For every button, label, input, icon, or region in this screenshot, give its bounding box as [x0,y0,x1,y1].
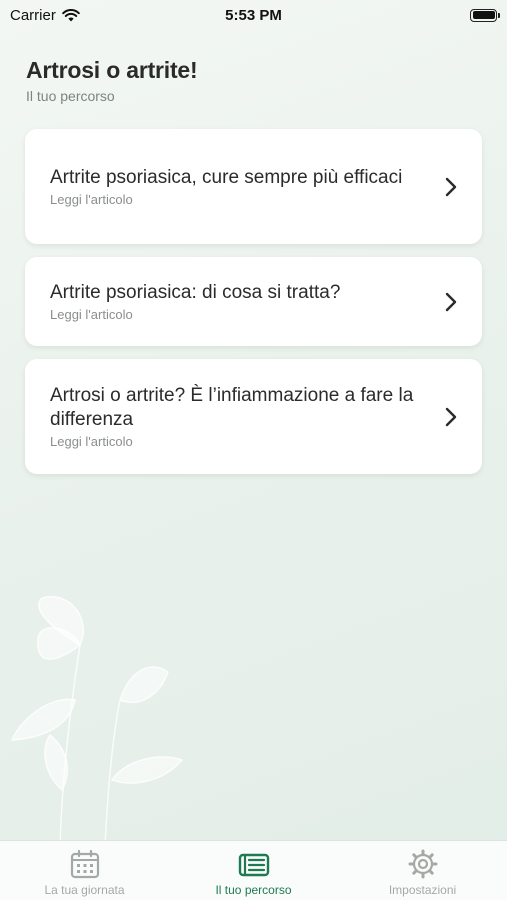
carrier-label: Carrier [10,6,56,24]
wifi-icon [62,8,80,21]
article-text: Artrosi o artrite? È l’infiammazione a f… [50,384,444,449]
plant-illustration [10,595,184,845]
battery-icon [470,8,500,22]
tab-il-tuo-percorso[interactable]: Il tuo percorso [169,841,338,900]
article-list: Artrite psoriasica, cure sempre più effi… [25,129,482,487]
article-card[interactable]: Artrite psoriasica, cure sempre più effi… [25,129,482,244]
page-title: Artrosi o artrite! [26,57,198,83]
article-text: Artrite psoriasica, cure sempre più effi… [50,166,444,207]
gear-icon [408,849,437,879]
article-card[interactable]: Artrosi o artrite? È l’infiammazione a f… [25,359,482,474]
article-title: Artrosi o artrite? È l’infiammazione a f… [50,385,414,430]
status-left: Carrier [10,7,80,24]
chevron-right-icon [445,407,457,426]
page-header: Artrosi o artrite! Il tuo percorso [26,57,198,104]
article-text: Artrite psoriasica: di cosa si tratta? L… [50,281,444,322]
tab-la-tua-giornata[interactable]: La tua giornata [0,841,169,900]
article-read-link: Leggi l'articolo [50,192,133,207]
chevron-right-icon [445,177,457,196]
article-title: Artrite psoriasica: di cosa si tratta? [50,282,341,303]
article-read-link: Leggi l'articolo [50,434,133,449]
tab-impostazioni[interactable]: Impostazioni [338,841,507,900]
page-subtitle: Il tuo percorso [26,88,115,104]
newspaper-icon [238,853,269,877]
status-bar: Carrier 5:53 PM [0,0,507,30]
article-title: Artrite psoriasica, cure sempre più effi… [50,167,403,188]
tab-label: Impostazioni [388,883,457,897]
tab-label: La tua giornata [44,883,125,897]
tab-bar: La tua giornata Il tuo percorso Impostaz… [0,840,507,900]
article-card[interactable]: Artrite psoriasica: di cosa si tratta? L… [25,257,482,346]
article-read-link: Leggi l'articolo [50,307,133,322]
tab-label: Il tuo percorso [215,883,292,897]
chevron-right-icon [445,292,457,311]
calendar-icon [70,849,99,879]
